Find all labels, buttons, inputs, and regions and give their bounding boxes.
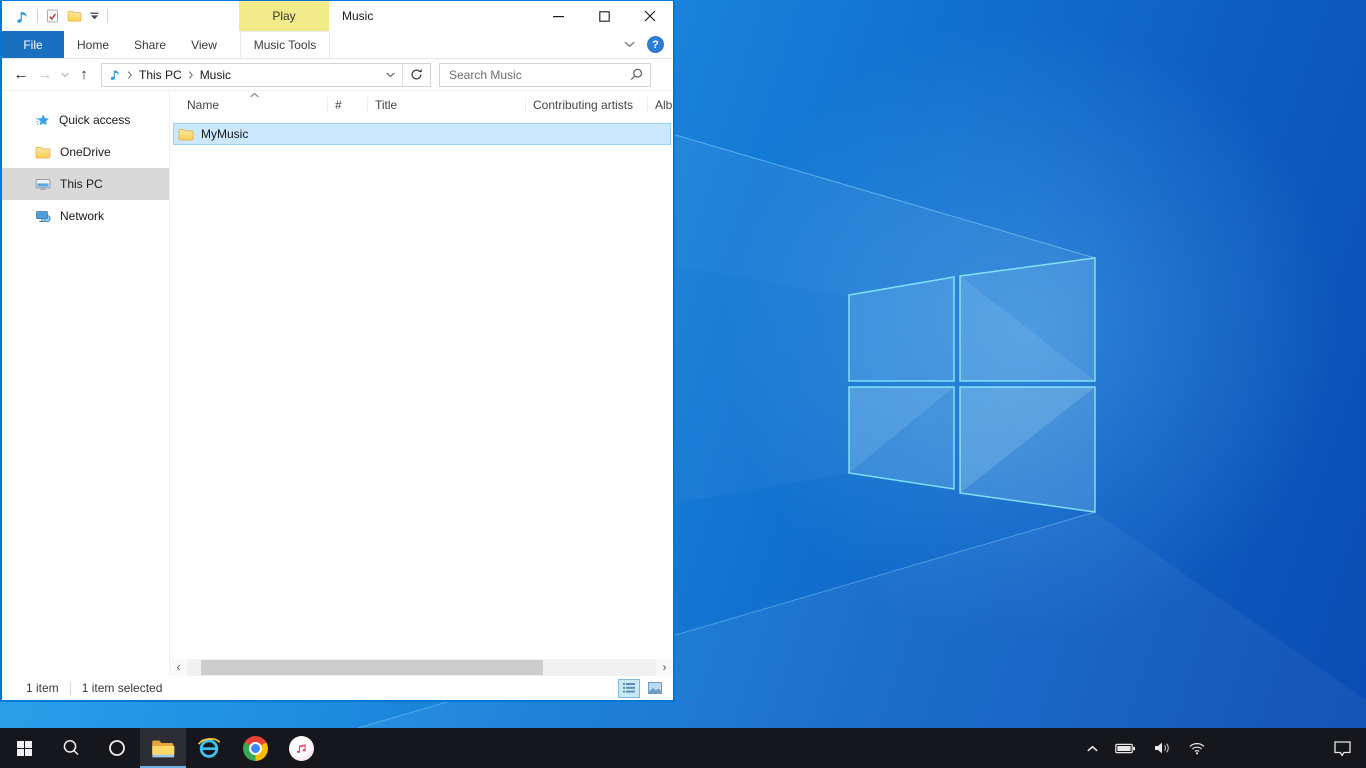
sidebar-item-label: This PC (60, 177, 103, 191)
folder-icon (35, 146, 51, 159)
sidebar-item-network[interactable]: Network (2, 200, 169, 232)
sort-ascending-chevron-icon (250, 92, 259, 98)
breadcrumb-chevron-icon (187, 72, 195, 78)
location-music-note-icon (108, 68, 121, 81)
start-button[interactable] (0, 728, 48, 768)
itunes-icon[interactable] (278, 728, 324, 768)
search-box[interactable] (439, 63, 651, 87)
taskbar (0, 728, 1366, 768)
up-button[interactable]: ↑ (72, 66, 96, 83)
minimize-button[interactable] (535, 1, 581, 31)
app-music-note-icon (14, 9, 29, 24)
wifi-icon[interactable] (1188, 741, 1206, 755)
system-tray (1087, 728, 1206, 768)
sidebar-item-label: OneDrive (60, 145, 111, 159)
file-name: MyMusic (201, 127, 248, 141)
refresh-icon[interactable] (403, 68, 430, 81)
column-header-contributing-artists[interactable]: Contributing artists (526, 97, 648, 113)
address-dropdown-chevron-icon[interactable] (379, 72, 402, 78)
column-header-title[interactable]: Title (368, 97, 526, 113)
collapse-ribbon-chevron-icon[interactable] (624, 41, 635, 48)
screen: Play Music File Home Share View Music To… (0, 0, 1366, 768)
divider (70, 682, 71, 695)
tab-view[interactable]: View (178, 31, 230, 58)
scrollbar-thumb[interactable] (201, 660, 543, 675)
search-input[interactable] (447, 67, 630, 83)
scrollbar-track[interactable] (187, 659, 656, 676)
navigation-bar: ← → ↑ This PC Music (2, 59, 673, 91)
title-bar: Play Music (2, 1, 673, 31)
file-list[interactable]: MyMusic (170, 118, 673, 659)
item-count: 1 item (26, 681, 59, 695)
tab-home[interactable]: Home (64, 31, 122, 58)
action-center-icon[interactable] (1318, 728, 1366, 768)
cortana-icon[interactable] (94, 728, 140, 768)
back-button[interactable]: ← (9, 66, 33, 83)
scroll-left-arrow[interactable]: ‹ (170, 659, 187, 676)
sidebar-item-label: Quick access (59, 113, 130, 127)
tab-music-tools[interactable]: Music Tools (240, 31, 330, 58)
thumbnail-view-button[interactable] (644, 679, 666, 698)
divider (37, 9, 38, 23)
help-icon[interactable]: ? (647, 36, 664, 53)
tab-share[interactable]: Share (122, 31, 178, 58)
column-header-number[interactable]: # (328, 97, 368, 113)
chrome-icon[interactable] (232, 728, 278, 768)
column-header-album[interactable]: Alb (648, 97, 673, 113)
search-icon[interactable] (630, 68, 643, 81)
new-folder-icon[interactable] (67, 10, 82, 22)
horizontal-scrollbar[interactable]: ‹ › (170, 659, 673, 676)
breadcrumb-chevron-icon (126, 72, 134, 78)
breadcrumb-this-pc[interactable]: This PC (139, 68, 182, 82)
taskbar-search-icon[interactable] (48, 728, 94, 768)
breadcrumb-music[interactable]: Music (200, 68, 231, 82)
recent-locations-chevron-icon[interactable] (57, 72, 72, 78)
selection-count: 1 item selected (82, 681, 163, 695)
properties-check-icon[interactable] (46, 9, 59, 23)
sidebar-item-quick-access[interactable]: Quick access (2, 104, 169, 136)
customize-qat-dropdown-icon[interactable] (90, 12, 99, 20)
navigation-pane: Quick access OneDrive This PC Network (2, 91, 170, 676)
sidebar-item-label: Network (60, 209, 104, 223)
battery-icon[interactable] (1115, 742, 1136, 755)
folder-icon (178, 128, 194, 141)
window-title: Music (342, 1, 373, 31)
details-view-button[interactable] (618, 679, 640, 698)
column-header-name[interactable]: Name (170, 97, 328, 113)
ribbon-tab-bar: File Home Share View Music Tools ? (2, 31, 673, 59)
file-list-pane: Name # Title Contributing artists Alb My… (170, 91, 673, 676)
sidebar-item-this-pc[interactable]: This PC (2, 168, 169, 200)
volume-icon[interactable] (1153, 741, 1171, 755)
scroll-right-arrow[interactable]: › (656, 659, 673, 676)
window-controls (535, 1, 673, 31)
internet-explorer-icon[interactable] (186, 728, 232, 768)
taskbar-file-explorer-icon[interactable] (140, 728, 186, 768)
file-row-mymusic[interactable]: MyMusic (173, 123, 671, 145)
status-bar: 1 item 1 item selected (2, 676, 673, 700)
sidebar-item-onedrive[interactable]: OneDrive (2, 136, 169, 168)
star-icon (35, 113, 50, 128)
column-headers: Name # Title Contributing artists Alb (170, 91, 673, 118)
maximize-button[interactable] (581, 1, 627, 31)
forward-button[interactable]: → (33, 66, 57, 83)
quick-access-toolbar (2, 9, 108, 24)
file-explorer-window: Play Music File Home Share View Music To… (0, 0, 675, 702)
hidden-icons-chevron-icon[interactable] (1087, 745, 1098, 752)
monitor-icon (35, 177, 51, 191)
tab-file[interactable]: File (2, 31, 64, 58)
close-button[interactable] (627, 1, 673, 31)
address-bar[interactable]: This PC Music (101, 63, 431, 87)
network-icon (35, 209, 51, 223)
divider (107, 9, 108, 23)
contextual-tab-play[interactable]: Play (239, 1, 329, 31)
